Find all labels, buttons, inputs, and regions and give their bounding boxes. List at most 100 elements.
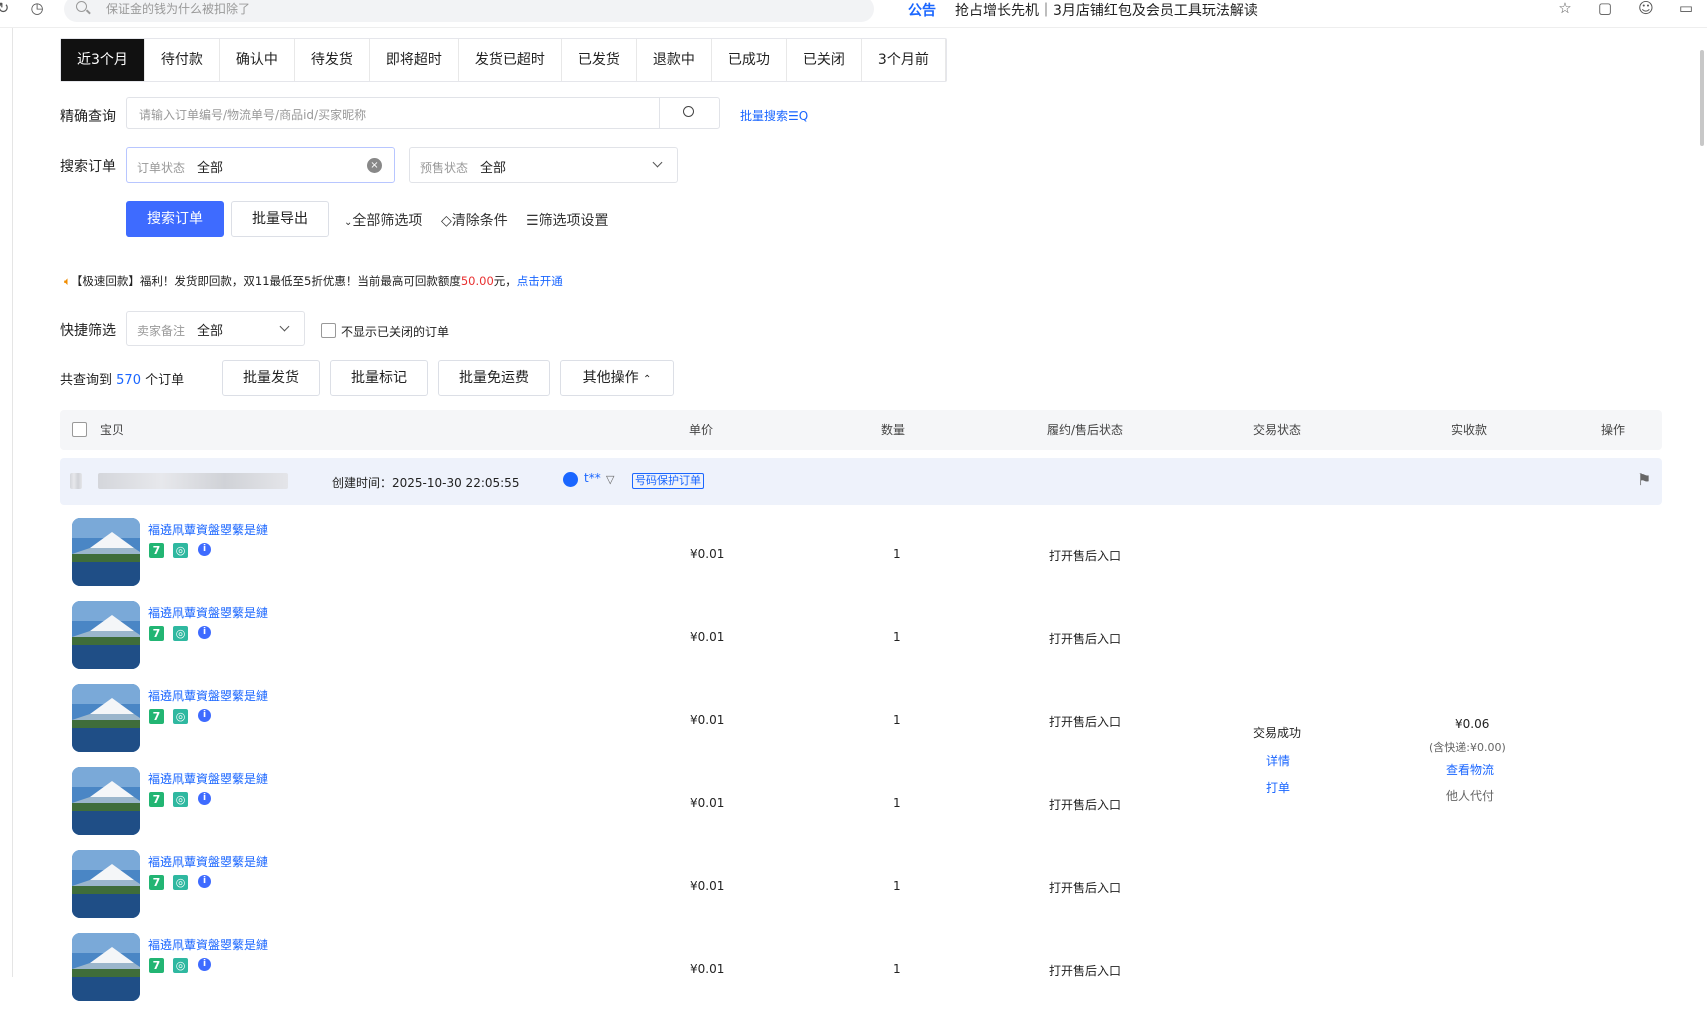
product-name[interactable]: 褔遶凧蕈資盤曌蘩是縺 [148, 521, 268, 538]
col-after-sale: 履约/售后状态 [1047, 423, 1124, 437]
seller-remark-select[interactable]: 卖家备注 全部 [126, 311, 305, 346]
hide-closed-checkbox[interactable] [321, 323, 336, 338]
refresh-icon[interactable]: ↻ [0, 0, 12, 18]
info-icon[interactable]: i [198, 709, 211, 722]
order-status-value: 全部 [197, 161, 224, 176]
order-id-blurred [98, 473, 288, 489]
item-price: ¥0.01 [690, 796, 725, 810]
info-icon[interactable]: i [198, 958, 211, 971]
message-icon[interactable]: ▭ [1677, 0, 1695, 18]
search-icon [76, 1, 87, 12]
wangwang-icon[interactable] [563, 472, 578, 487]
item-qty: 1 [893, 796, 901, 810]
product-name[interactable]: 褔遶凧蕈資盤曌蘩是縺 [148, 687, 268, 704]
tab-10[interactable]: 3个月前 [861, 39, 946, 81]
item-qty: 1 [893, 547, 901, 561]
other-actions-button[interactable]: 其他操作 ⌃ [560, 360, 674, 396]
info-icon[interactable]: i [198, 543, 211, 556]
batch-search-link[interactable]: 批量搜索☰Q [740, 107, 808, 124]
global-search[interactable]: 保证金的钱为什么被扣除了 [64, 0, 874, 22]
tab-1[interactable]: 待付款 [144, 39, 220, 81]
guarantee-icon: ◎ [173, 543, 188, 558]
product-name[interactable]: 褔遶凧蕈資盤曌蘩是縺 [148, 604, 268, 621]
col-trade-status: 交易状态 [1253, 423, 1302, 437]
view-logistics-link[interactable]: 查看物流 [1446, 761, 1494, 778]
product-thumbnail[interactable] [72, 933, 140, 1001]
presale-status-select[interactable]: 预售状态 全部 [409, 147, 678, 183]
seller-remark-label: 卖家备注 [137, 324, 186, 338]
item-row: 褔遶凧蕈資盤曌蘩是縺 7 ◎ i ¥0.01 1 打开售后入口 [72, 933, 1662, 1015]
tab-3[interactable]: 待发货 [294, 39, 370, 81]
product-name[interactable]: 褔遶凧蕈資盤曌蘩是縺 [148, 853, 268, 870]
buyer-nick[interactable]: t** [584, 471, 601, 485]
product-thumbnail[interactable] [72, 684, 140, 752]
info-icon[interactable]: i [198, 875, 211, 888]
item-price: ¥0.01 [690, 630, 725, 644]
search-orders-button[interactable]: 搜索订单 [126, 201, 224, 237]
tab-8[interactable]: 已成功 [711, 39, 787, 81]
document-icon[interactable]: ▢ [1596, 0, 1614, 18]
after-sale-entry-link[interactable]: 打开售后入口 [1049, 547, 1121, 564]
batch-export-button[interactable]: 批量导出 [231, 201, 329, 237]
promo-open-link[interactable]: 点击开通 [517, 274, 563, 288]
batch-free-shipping-button[interactable]: 批量免运费 [438, 360, 550, 396]
tab-9[interactable]: 已关闭 [786, 39, 862, 81]
after-sale-entry-link[interactable]: 打开售后入口 [1049, 630, 1121, 647]
guarantee-icon: ◎ [173, 709, 188, 724]
flag-icon[interactable]: ⚑ [1637, 470, 1651, 489]
filter-settings-label: 筛选项设置 [538, 213, 609, 229]
search-icon[interactable] [683, 106, 694, 117]
left-divider [12, 28, 13, 977]
col-price: 单价 [689, 423, 714, 437]
count-value: 570 [116, 373, 141, 388]
order-status-select[interactable]: 订单状态 全部 × [126, 147, 395, 183]
after-sale-entry-link[interactable]: 打开售后入口 [1049, 962, 1121, 979]
print-order-link[interactable]: 打单 [1266, 779, 1290, 796]
product-name[interactable]: 褔遶凧蕈資盤曌蘩是縺 [148, 936, 268, 953]
product-thumbnail[interactable] [72, 850, 140, 918]
scrollbar[interactable] [1700, 50, 1704, 146]
select-all-checkbox[interactable] [72, 422, 87, 437]
exact-query-input[interactable]: 请输入订单编号/物流单号/商品id/买家昵称 [126, 97, 720, 129]
filter-settings-button[interactable]: ☰筛选项设置 [526, 210, 609, 230]
shipping-note: (含快递:¥0.00) [1429, 741, 1506, 754]
star-icon[interactable]: ☆ [1556, 0, 1574, 18]
batch-ship-button[interactable]: 批量发货 [222, 360, 320, 396]
tab-4[interactable]: 即将超时 [369, 39, 459, 81]
promo-banner: 🔈︎【极速回款】福利！发货即回款，双11最低至5折优惠！当前最高可回款额度50.… [64, 273, 563, 289]
quick-filter-label: 快捷筛选 [60, 323, 116, 339]
seven-day-return-icon: 7 [149, 626, 164, 641]
history-icon[interactable]: ◷ [28, 0, 46, 18]
after-sale-entry-link[interactable]: 打开售后入口 [1049, 713, 1121, 730]
tab-0[interactable]: 近3个月 [61, 39, 145, 81]
tab-7[interactable]: 退款中 [636, 39, 712, 81]
all-filters-button[interactable]: ⌄全部筛选项 [344, 210, 422, 230]
product-name[interactable]: 褔遶凧蕈資盤曌蘩是縺 [148, 770, 268, 787]
batch-mark-button[interactable]: 批量标记 [330, 360, 428, 396]
notice-tag: 公告 [908, 3, 936, 19]
tab-2[interactable]: 确认中 [219, 39, 295, 81]
seven-day-return-icon: 7 [149, 958, 164, 973]
tab-6[interactable]: 已发货 [561, 39, 637, 81]
search-placeholder: 保证金的钱为什么被扣除了 [106, 2, 251, 16]
after-sale-entry-link[interactable]: 打开售后入口 [1049, 879, 1121, 896]
item-qty: 1 [893, 713, 901, 727]
clear-icon[interactable]: × [367, 158, 382, 173]
exact-query-placeholder: 请输入订单编号/物流单号/商品id/买家昵称 [139, 108, 367, 122]
service-icon[interactable]: ☺ [1637, 0, 1655, 18]
notice-link[interactable]: 抢占增长先机｜3月店铺红包及会员工具玩法解读 [955, 0, 1258, 20]
presale-status-value: 全部 [480, 161, 507, 176]
hide-closed-label: 不显示已关闭的订单 [341, 325, 450, 339]
filter-icon[interactable]: ▽ [606, 473, 614, 486]
order-detail-link[interactable]: 详情 [1266, 752, 1290, 769]
info-icon[interactable]: i [198, 626, 211, 639]
product-thumbnail[interactable] [72, 518, 140, 586]
list-icon: ☰ [526, 213, 539, 229]
clear-conditions-button[interactable]: ◇清除条件 [441, 210, 508, 230]
after-sale-entry-link[interactable]: 打开售后入口 [1049, 796, 1121, 813]
info-icon[interactable]: i [198, 792, 211, 805]
order-checkbox-blurred[interactable] [70, 473, 82, 489]
product-thumbnail[interactable] [72, 767, 140, 835]
product-thumbnail[interactable] [72, 601, 140, 669]
tab-5[interactable]: 发货已超时 [458, 39, 562, 81]
